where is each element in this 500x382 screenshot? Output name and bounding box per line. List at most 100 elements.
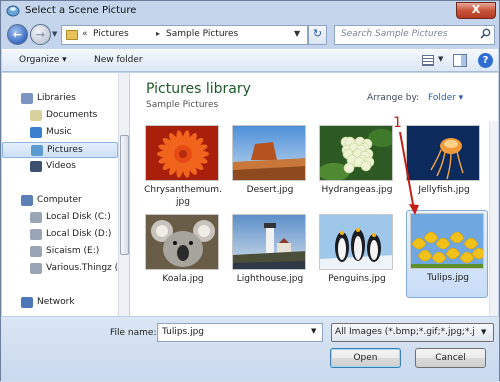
drive-icon <box>30 246 42 257</box>
sidebar-item-label: Network <box>37 297 75 307</box>
sidebar-item-libraries[interactable]: Libraries <box>2 91 118 107</box>
file-name: Koala.jpg <box>162 274 204 284</box>
file-thumbnail <box>232 125 306 181</box>
refresh-button[interactable]: ↻ <box>308 25 327 45</box>
sidebar-item-label: Libraries <box>37 93 76 103</box>
close-icon: X <box>471 3 481 16</box>
file-type-value: All Images (*.bmp;*.gif;*.jpg;*.jp <box>335 327 475 337</box>
forward-arrow-icon: → <box>35 28 46 41</box>
sidebar-item-label: Documents <box>46 110 98 120</box>
forward-button[interactable]: → <box>30 24 51 45</box>
sidebar-item-label: Pictures <box>47 145 83 155</box>
network-icon <box>21 297 33 308</box>
recent-pages-dropdown-icon[interactable]: ▼ <box>52 30 57 38</box>
file-name: Hydrangeas.jpg <box>321 185 393 195</box>
sidebar-item-network[interactable]: Network <box>2 295 118 311</box>
address-bar[interactable]: « Pictures ▸ Sample Pictures ▼ <box>61 25 308 45</box>
sidebar-item-pictures[interactable]: Pictures <box>2 142 118 158</box>
breadcrumb-pictures[interactable]: Pictures <box>93 29 129 39</box>
window-title: Select a Scene Picture <box>25 5 137 16</box>
file-type-dropdown-icon[interactable]: ▼ <box>481 328 486 336</box>
arrange-by-label: Arrange by: <box>367 93 420 103</box>
sidebar-item-label: Music <box>46 127 72 137</box>
sidebar-item-computer[interactable]: Computer <box>2 193 118 209</box>
file-name-field[interactable]: Tulips.jpg ▼ <box>157 323 323 342</box>
file-tile-tulips[interactable]: Tulips.jpg <box>406 210 488 298</box>
documents-icon <box>30 110 42 121</box>
sidebar-item-local-disk-d[interactable]: Local Disk (D:) <box>2 227 118 243</box>
open-button[interactable]: Open <box>330 348 401 368</box>
file-name-value: Tulips.jpg <box>162 327 205 337</box>
title-bar: Select a Scene Picture X <box>1 1 499 21</box>
file-tile-lighthouse[interactable]: Lighthouse.jpg <box>229 212 311 300</box>
sidebar-item-label: Videos <box>46 161 76 171</box>
file-name-label: File name: <box>110 328 157 338</box>
file-tile-penguins[interactable]: Penguins.jpg <box>316 212 398 300</box>
sidebar-item-local-disk-c[interactable]: Local Disk (C:) <box>2 210 118 226</box>
file-thumbnail <box>319 125 393 181</box>
breadcrumb-sample-pictures[interactable]: Sample Pictures <box>166 29 238 39</box>
drive-icon <box>30 212 42 223</box>
cancel-button[interactable]: Cancel <box>415 348 486 368</box>
file-view: Pictures library Sample Pictures Arrange… <box>130 73 498 316</box>
back-button[interactable]: ← <box>7 24 28 45</box>
file-thumbnail <box>145 125 219 181</box>
drive-icon <box>30 229 42 240</box>
dialog-window: Select a Scene Picture X ← → ▼ « Picture… <box>0 0 500 381</box>
file-thumbnail <box>232 214 306 270</box>
search-placeholder: Search Sample Pictures <box>341 29 448 39</box>
sidebar-item-various-thingz[interactable]: Various.Thingz ( <box>2 261 118 277</box>
search-input[interactable]: Search Sample Pictures <box>334 25 495 45</box>
file-name: Penguins.jpg <box>328 274 386 284</box>
navigation-row: ← → ▼ « Pictures ▸ Sample Pictures ▼ ↻ S… <box>1 22 499 48</box>
breadcrumb-overflow-icon[interactable]: « <box>82 29 88 39</box>
sidebar-item-music[interactable]: Music <box>2 125 118 141</box>
navigation-pane: Libraries Documents Music Pictures Videos Com… <box>2 73 129 316</box>
change-view-icon[interactable] <box>422 55 434 66</box>
videos-icon <box>30 161 42 172</box>
file-tile-hydrangeas[interactable]: Hydrangeas.jpg <box>316 123 398 211</box>
command-toolbar: Organize ▾ New folder ▼ ? <box>2 49 498 72</box>
sidebar-item-documents[interactable]: Documents <box>2 108 118 124</box>
file-tile-jellyfish[interactable]: Jellyfish.jpg <box>403 123 485 211</box>
nav-scrollbar-thumb[interactable] <box>120 135 129 255</box>
nav-scrollbar[interactable] <box>118 73 129 316</box>
folder-icon <box>66 30 78 40</box>
sidebar-item-label: Various.Thingz ( <box>46 263 118 273</box>
sidebar-item-label: Local Disk (C:) <box>46 212 111 222</box>
file-thumbnail <box>410 213 484 269</box>
file-thumbnail <box>319 214 393 270</box>
new-folder-button[interactable]: New folder <box>94 55 143 65</box>
sidebar-item-label: Local Disk (D:) <box>46 229 112 239</box>
sidebar-item-label: Computer <box>37 195 82 205</box>
file-tile-desert[interactable]: Desert.jpg <box>229 123 311 211</box>
sidebar-item-sicaism-e[interactable]: Sicaism (E:) <box>2 244 118 260</box>
search-icon[interactable] <box>480 28 491 39</box>
file-tile-koala[interactable]: Koala.jpg <box>142 212 224 300</box>
preview-pane-icon[interactable] <box>453 54 467 67</box>
file-name-dropdown-icon[interactable]: ▼ <box>311 327 316 335</box>
address-dropdown-icon[interactable]: ▼ <box>294 29 300 38</box>
refresh-icon: ↻ <box>312 27 323 40</box>
music-icon <box>30 127 42 138</box>
close-button[interactable]: X <box>456 2 496 19</box>
file-thumbnail <box>406 125 480 181</box>
arrange-by-dropdown[interactable]: Folder ▾ <box>428 93 463 103</box>
organize-button[interactable]: Organize ▾ <box>19 55 67 65</box>
file-selection-panel: File name: Tulips.jpg ▼ All Images (*.bm… <box>1 317 499 381</box>
drive-icon <box>30 263 42 274</box>
sidebar-item-videos[interactable]: Videos <box>2 159 118 175</box>
app-icon <box>6 5 20 17</box>
file-name: Jellyfish.jpg <box>418 185 470 195</box>
view-dropdown-icon[interactable]: ▼ <box>438 55 443 63</box>
file-type-filter[interactable]: All Images (*.bmp;*.gif;*.jpg;*.jp ▼ <box>331 323 494 342</box>
file-name: Tulips.jpg <box>426 273 470 283</box>
content-scrollbar[interactable] <box>489 121 498 316</box>
library-subtitle: Sample Pictures <box>146 100 219 110</box>
file-tile-chrysanthemum[interactable]: Chrysanthemum. jpg <box>142 123 224 211</box>
back-arrow-icon: ← <box>12 28 23 41</box>
breadcrumb-separator-icon[interactable]: ▸ <box>156 29 160 38</box>
help-icon[interactable]: ? <box>478 53 493 68</box>
computer-icon <box>21 195 33 206</box>
libraries-icon <box>21 93 33 104</box>
